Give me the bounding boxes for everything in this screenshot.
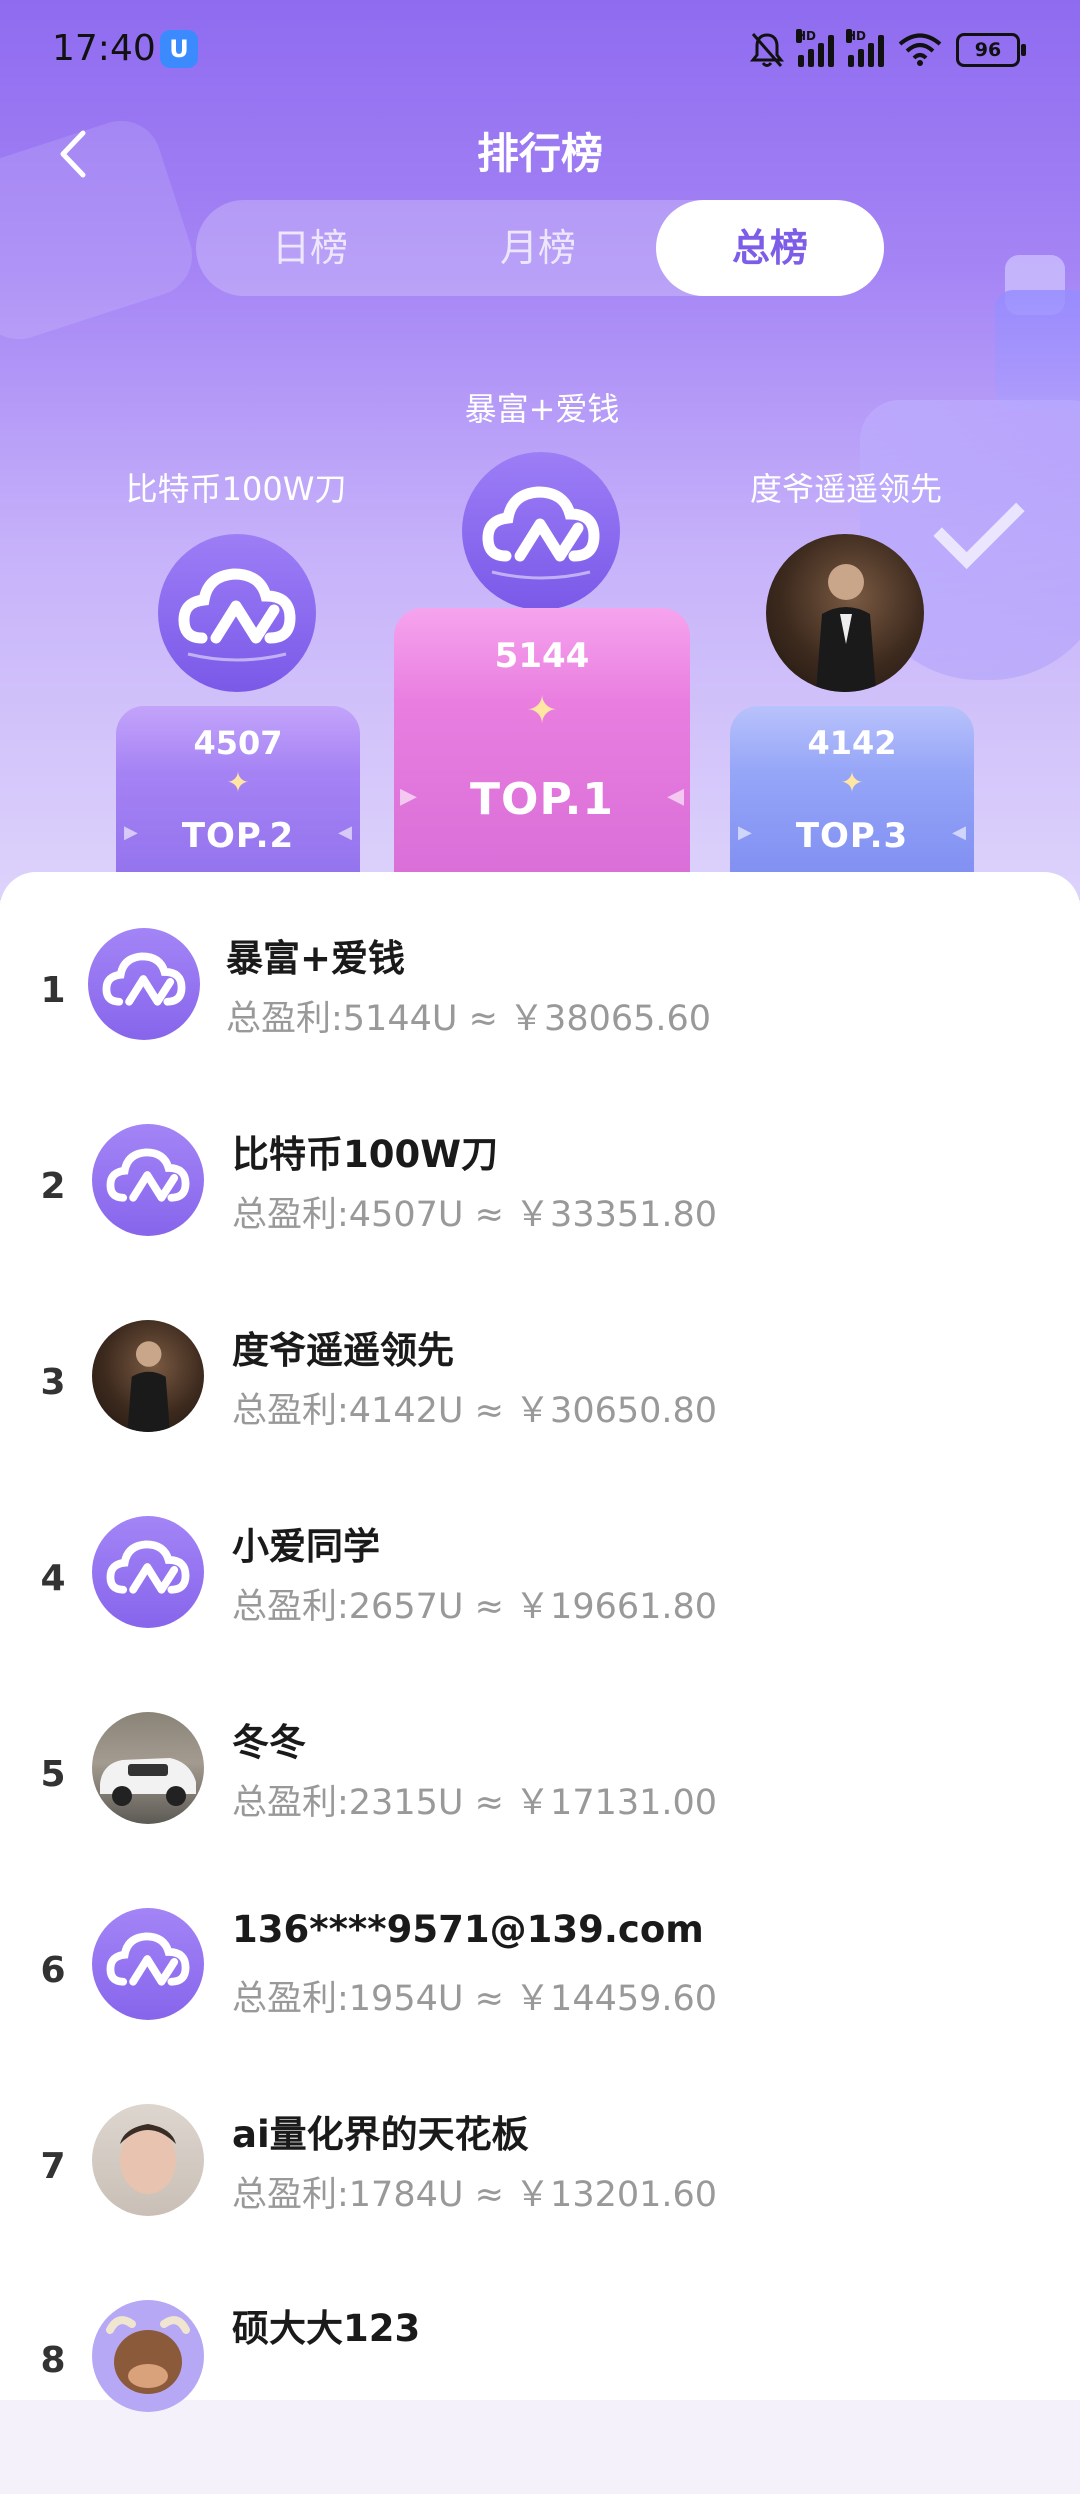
leaderboard-row[interactable]: 5 冬冬 总盈利:2315U ≈ ￥17131.00: [0, 1712, 1080, 1908]
rank-number: 8: [40, 2340, 66, 2381]
app-notification-icon: U: [160, 30, 198, 68]
tab-monthly[interactable]: 月榜: [424, 200, 652, 296]
leaderboard-row[interactable]: 2 比特币100W刀 总盈利:4507U ≈ ￥33351.80: [0, 1124, 1080, 1320]
user-name: 小爱同学: [232, 1525, 380, 1568]
user-avatar: [92, 1712, 204, 1824]
user-avatar: [88, 928, 200, 1040]
cloud-logo-icon: [106, 1540, 190, 1594]
period-tabs: 日榜 月榜 总榜: [196, 200, 884, 296]
leaderboard-row[interactable]: 8 硕大大123: [0, 2298, 1080, 2494]
person-photo-icon: [816, 564, 876, 692]
leaderboard-row[interactable]: 6 136****9571@139.com 总盈利:1954U ≈ ￥14459…: [0, 1908, 1080, 2104]
user-profit: 总盈利:1784U ≈ ￥13201.60: [232, 2175, 718, 2215]
user-avatar: [92, 1908, 204, 2020]
podium-second-box: 4507 ✦ TOP.2 ▶ ◀: [116, 706, 360, 874]
rank-number: 3: [40, 1362, 66, 1403]
bell-muted-icon: [750, 33, 784, 67]
arrow-left-icon: ◀: [667, 784, 684, 809]
page-title: 排行榜: [476, 129, 603, 178]
user-avatar: [92, 1516, 204, 1628]
podium-second-label: TOP.2: [181, 816, 295, 856]
user-name: 136****9571@139.com: [232, 1908, 704, 1951]
signal-icon-2: HD: [846, 29, 884, 67]
user-name: 暴富+爱钱: [226, 937, 406, 980]
cloud-logo-icon: [106, 1148, 190, 1202]
wifi-icon: [898, 33, 942, 66]
decor-cube: [995, 290, 1080, 410]
tab-daily[interactable]: 日榜: [196, 200, 424, 296]
rank-number: 5: [40, 1754, 66, 1795]
podium-first-name: 暴富+爱钱: [464, 390, 620, 428]
hd-label: HD: [846, 29, 867, 43]
cloud-logo-icon: [106, 1932, 190, 1986]
podium-third-label: TOP.3: [795, 816, 909, 856]
podium-third-name: 度爷遥遥领先: [749, 470, 942, 508]
cloud-logo-icon: [102, 952, 186, 1006]
user-profit: 总盈利:1954U ≈ ￥14459.60: [232, 1979, 718, 2019]
rank-number: 2: [40, 1166, 66, 1207]
arrow-left-icon: ◀: [952, 822, 966, 843]
user-avatar: [92, 2300, 204, 2412]
user-profit: 总盈利:5144U ≈ ￥38065.60: [226, 999, 712, 1039]
podium-second-score: 4507: [193, 724, 283, 762]
podium-third-score: 4142: [807, 724, 897, 762]
rank-number: 7: [40, 2146, 66, 2187]
user-avatar: [92, 1124, 204, 1236]
podium-second-name: 比特币100W刀: [125, 470, 347, 508]
podium-first-avatar[interactable]: [462, 452, 620, 610]
rank-number: 4: [40, 1558, 66, 1599]
leaderboard-row[interactable]: 7 ai量化界的天花板 总盈利:1784U ≈ ￥13201.60: [0, 2104, 1080, 2300]
battery-icon: 96: [956, 33, 1026, 67]
person-photo-icon: [127, 1341, 170, 1432]
leaderboard-panel: 1 暴富+爱钱 总盈利:5144U ≈ ￥38065.60 2 比特币100W刀…: [0, 872, 1080, 2412]
sparkle-icon: ✦: [840, 766, 864, 799]
user-name: ai量化界的天花板: [232, 2113, 529, 2156]
car-photo-icon: [100, 1758, 196, 1806]
podium-first-score: 5144: [494, 636, 590, 676]
user-name: 硕大大123: [232, 2307, 421, 2350]
podium-first-box: 5144 ✦ TOP.1 ▶ ◀: [394, 608, 690, 874]
cartoon-bull-icon: [106, 2316, 190, 2394]
status-icons: HD HD 96: [750, 28, 1026, 72]
arrow-right-icon: ▶: [738, 822, 752, 843]
arrow-right-icon: ▶: [124, 822, 138, 843]
user-profit: 总盈利:2657U ≈ ￥19661.80: [232, 1587, 718, 1627]
sparkle-icon: ✦: [226, 766, 250, 799]
leaderboard-row[interactable]: 4 小爱同学 总盈利:2657U ≈ ￥19661.80: [0, 1516, 1080, 1712]
podium-second-avatar[interactable]: [158, 534, 316, 692]
status-bar: 17:40 U HD HD 96: [0, 0, 1080, 100]
arrow-left-icon: ◀: [338, 822, 352, 843]
cloud-logo-icon: [482, 486, 600, 580]
sparkle-icon: ✦: [526, 688, 558, 732]
podium-third-box: 4142 ✦ TOP.3 ▶ ◀: [730, 706, 974, 874]
tab-overall[interactable]: 总榜: [656, 200, 884, 296]
user-profit: 总盈利:4507U ≈ ￥33351.80: [232, 1195, 718, 1235]
user-profit: 总盈利:4142U ≈ ￥30650.80: [232, 1391, 718, 1431]
podium-third-avatar[interactable]: [766, 534, 924, 692]
podium-first-label: TOP.1: [470, 774, 614, 825]
rank-number: 1: [40, 970, 66, 1011]
user-name: 冬冬: [232, 1721, 306, 1764]
status-time: 17:40: [52, 28, 156, 69]
rank-number: 6: [40, 1950, 66, 1991]
user-name: 度爷遥遥领先: [232, 1329, 454, 1372]
person-photo-icon: [120, 2124, 176, 2194]
user-avatar: [92, 2104, 204, 2216]
arrow-right-icon: ▶: [400, 784, 417, 809]
user-name: 比特币100W刀: [232, 1133, 499, 1176]
leaderboard-row[interactable]: 3 度爷遥遥领先 总盈利:4142U ≈ ￥30650.80: [0, 1320, 1080, 1516]
signal-icon-1: HD: [796, 29, 834, 67]
hd-label: HD: [796, 29, 817, 43]
leaderboard-row[interactable]: 1 暴富+爱钱 总盈利:5144U ≈ ￥38065.60: [0, 928, 1080, 1124]
user-avatar: [92, 1320, 204, 1432]
cloud-logo-icon: [178, 568, 296, 662]
user-profit: 总盈利:2315U ≈ ￥17131.00: [232, 1783, 718, 1823]
